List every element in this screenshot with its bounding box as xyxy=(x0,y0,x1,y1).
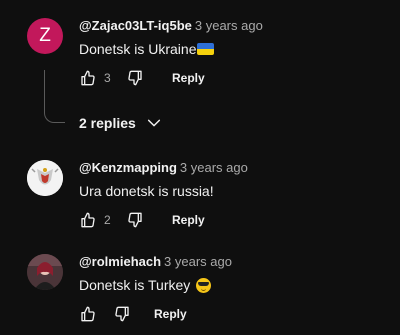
comment-author[interactable]: @rolmiehach xyxy=(79,254,161,269)
comment-author[interactable]: @Kenzmapping xyxy=(79,160,177,175)
ukraine-flag-icon xyxy=(196,43,214,55)
like-button[interactable] xyxy=(79,69,97,87)
comment-time[interactable]: 3 years ago xyxy=(195,18,263,33)
like-button[interactable] xyxy=(79,211,97,229)
comment-time[interactable]: 3 years ago xyxy=(164,254,232,269)
thumbs-up-icon xyxy=(81,306,95,322)
dislike-button[interactable] xyxy=(126,69,144,87)
like-count: 2 xyxy=(104,213,111,227)
reply-button[interactable]: Reply xyxy=(172,71,205,85)
avatar[interactable] xyxy=(27,160,63,196)
comment-header: @rolmiehach 3 years ago xyxy=(79,254,232,269)
thumbs-up-icon xyxy=(81,212,95,228)
comment-actions: 3 Reply xyxy=(79,66,205,90)
comment-header: @Zajac03LT-iq5be 3 years ago xyxy=(79,18,263,33)
comment-text: Ura donetsk is russia! xyxy=(79,183,214,199)
comment-text-row: Ura donetsk is russia! xyxy=(79,183,214,199)
view-replies-button[interactable]: 2 replies xyxy=(79,115,162,131)
comment-actions: Reply xyxy=(79,302,187,326)
dislike-button[interactable] xyxy=(113,305,131,323)
comment-text-row: Donetsk is Turkey xyxy=(79,277,212,293)
coat-of-arms-avatar-icon xyxy=(27,160,63,196)
comment-text-row: Donetsk is Ukraine xyxy=(79,41,214,57)
thumbs-up-icon xyxy=(81,70,95,86)
comment-text: Donetsk is Turkey xyxy=(79,277,191,293)
replies-count: 2 replies xyxy=(79,115,136,131)
reply-button[interactable]: Reply xyxy=(154,307,187,321)
chevron-down-icon xyxy=(147,119,160,127)
avatar-letter: Z xyxy=(39,25,51,46)
comment-text: Donetsk is Ukraine xyxy=(79,41,197,57)
thumbs-down-icon xyxy=(115,306,129,322)
avatar[interactable] xyxy=(27,254,63,290)
sunglasses-emoji-icon xyxy=(196,278,212,293)
like-button[interactable] xyxy=(79,305,97,323)
thumbs-down-icon xyxy=(128,70,142,86)
comment-header: @Kenzmapping 3 years ago xyxy=(79,160,248,175)
thumbs-down-icon xyxy=(128,212,142,228)
comment-time[interactable]: 3 years ago xyxy=(180,160,248,175)
avatar[interactable]: Z xyxy=(27,18,63,54)
thread-connector xyxy=(44,70,65,123)
comment-author[interactable]: @Zajac03LT-iq5be xyxy=(79,18,192,33)
dislike-button[interactable] xyxy=(126,211,144,229)
profile-photo-avatar-icon xyxy=(27,254,63,290)
like-count: 3 xyxy=(104,71,111,85)
reply-button[interactable]: Reply xyxy=(172,213,205,227)
comment-actions: 2 Reply xyxy=(79,208,205,232)
